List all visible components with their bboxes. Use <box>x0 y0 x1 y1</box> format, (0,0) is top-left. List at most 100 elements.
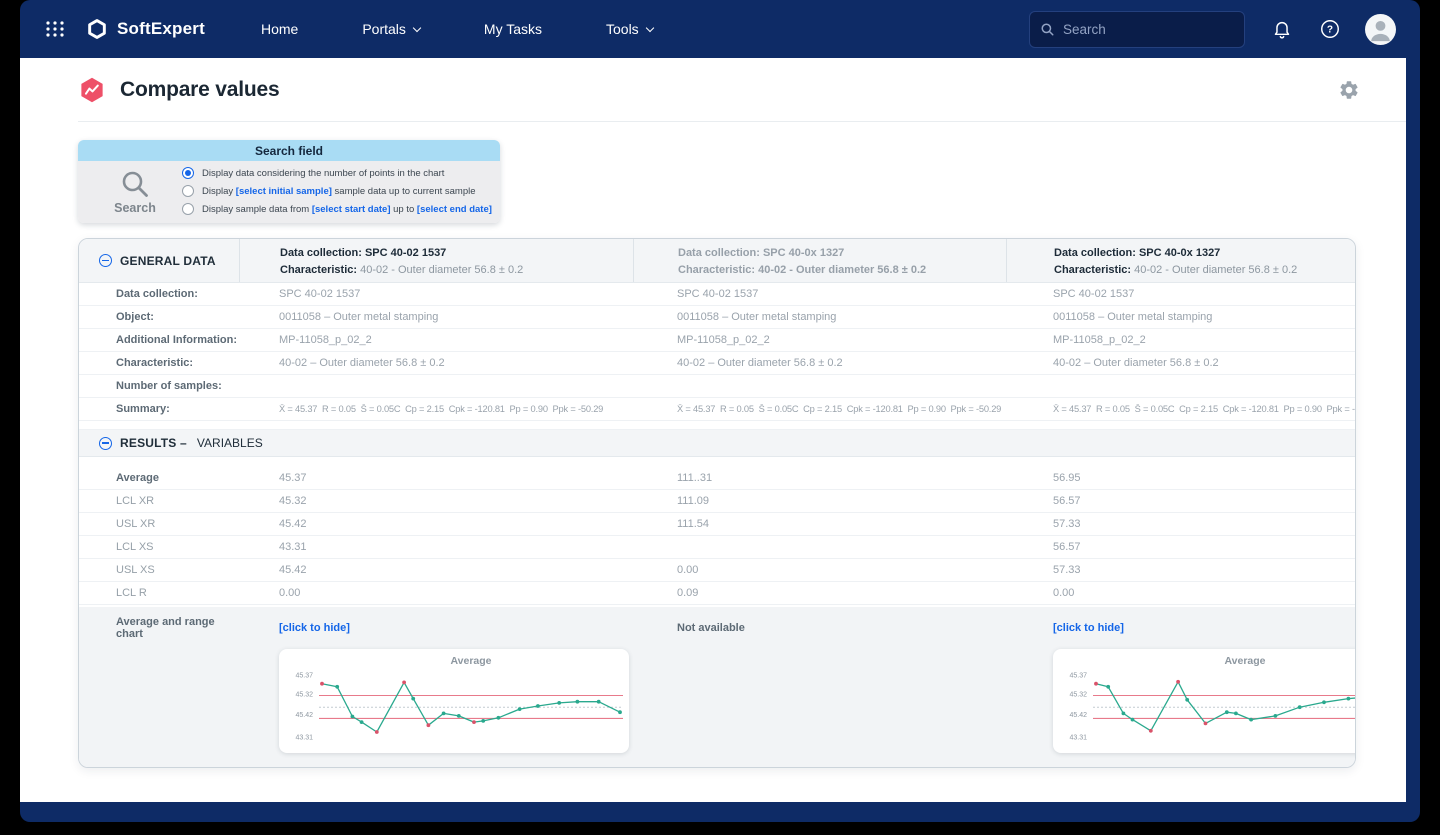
search-side: Search <box>92 169 178 213</box>
search-option-text: Display [select initial sample] sample d… <box>202 186 476 197</box>
row-label: Summary: <box>79 403 239 415</box>
table-row: Average45.37111..3156.95 <box>79 467 1355 490</box>
row-value-col1: MP-11058_p_02_2 <box>239 334 633 346</box>
chart-card-row: Average45.3745.3245.4243.31Average45.374… <box>79 649 1355 753</box>
navbar-right: ? <box>1029 11 1396 48</box>
search-panel-body: Search Display data considering the numb… <box>78 161 500 223</box>
search-panel: Search field Search Display data conside… <box>78 140 500 223</box>
column-header-2: Data collection: SPC 40-0x 1327Character… <box>633 239 1006 282</box>
brand-logo[interactable]: SoftExpert <box>86 18 205 40</box>
row-value-col2: 111.09 <box>633 495 1006 507</box>
search-side-label: Search <box>114 201 156 215</box>
top-navbar: SoftExpert Home Portals My Tasks Tools ? <box>20 0 1420 58</box>
table-row: Characteristic:40-02 – Outer diameter 56… <box>79 352 1355 375</box>
row-value-col2: SPC 40-02 1537 <box>633 288 1006 300</box>
search-option-1[interactable]: Display data considering the number of p… <box>182 167 492 179</box>
nav-search[interactable] <box>1029 11 1245 48</box>
select-sample-link[interactable]: [select initial sample] <box>236 186 332 197</box>
nav-item-label: Home <box>261 21 298 37</box>
row-value-col1: 45.32 <box>239 495 633 507</box>
nav-item-label: My Tasks <box>484 21 542 37</box>
row-value-col3: 56.95 <box>1006 472 1355 484</box>
row-label: Additional Information: <box>79 334 239 346</box>
nav-item-label: Tools <box>606 21 639 37</box>
settings-gear-icon[interactable] <box>1338 79 1360 101</box>
notifications-bell-icon[interactable] <box>1271 18 1293 40</box>
radio-button[interactable] <box>182 203 194 215</box>
page-title: Compare values <box>120 78 279 102</box>
collapse-icon[interactable] <box>99 437 112 450</box>
row-value-col2: 0.00 <box>633 564 1006 576</box>
help-icon[interactable]: ? <box>1319 18 1341 40</box>
radio-button[interactable] <box>182 185 194 197</box>
nav-item-tools[interactable]: Tools <box>606 21 653 37</box>
row-label: Average <box>79 472 239 484</box>
general-data-label: GENERAL DATA <box>120 254 216 268</box>
chart-row-label: Average and range chart <box>79 616 239 640</box>
select-sample-link[interactable]: [select start date] <box>312 204 391 215</box>
svg-text:Average: Average <box>1224 655 1265 667</box>
spacer-cell <box>79 649 239 753</box>
row-value-col3: 56.57 <box>1006 495 1355 507</box>
svg-text:Average: Average <box>450 655 491 667</box>
row-value-col1: 0011058 – Outer metal stamping <box>239 311 633 323</box>
row-value-col3: 57.33 <box>1006 564 1355 576</box>
search-magnifier-icon <box>119 168 151 200</box>
click-to-hide-link[interactable]: [click to hide] <box>1006 622 1355 634</box>
compare-table-card: GENERAL DATA Data collection: SPC 40-02 … <box>78 238 1356 768</box>
column-header-3: Data collection: SPC 40-0x 1327Character… <box>1006 239 1355 282</box>
search-option-text: Display data considering the number of p… <box>202 168 444 179</box>
general-data-rows: Data collection:SPC 40-02 1537SPC 40-02 … <box>79 283 1355 421</box>
nav-item-label: Portals <box>362 21 406 37</box>
svg-text:45.32: 45.32 <box>295 692 313 699</box>
row-label: LCL XS <box>79 541 239 553</box>
click-to-hide-link[interactable]: [click to hide] <box>239 622 633 634</box>
radio-button[interactable] <box>182 167 194 179</box>
collapse-icon[interactable] <box>99 254 112 267</box>
variables-label: VARIABLES <box>197 436 263 450</box>
row-value-col1: X̄ = 45.37 R = 0.05 S̄ = 0.05C Cp = 2.15… <box>239 404 633 414</box>
row-value-col1: 45.37 <box>239 472 633 484</box>
row-value-col3: SPC 40-02 1537 <box>1006 288 1355 300</box>
svg-text:43.31: 43.31 <box>1069 735 1087 742</box>
compare-values-icon <box>78 76 106 104</box>
svg-text:45.42: 45.42 <box>295 712 313 719</box>
search-option-2[interactable]: Display [select initial sample] sample d… <box>182 185 492 197</box>
table-row: USL XS45.420.0057.33 <box>79 559 1355 582</box>
app-launcher-button[interactable] <box>44 18 66 40</box>
table-row: Object:0011058 – Outer metal stamping001… <box>79 306 1355 329</box>
row-value-col1: 45.42 <box>239 518 633 530</box>
table-row: Summary:X̄ = 45.37 R = 0.05 S̄ = 0.05C C… <box>79 398 1355 421</box>
nav-item-portals[interactable]: Portals <box>362 21 420 37</box>
row-value-col2: MP-11058_p_02_2 <box>633 334 1006 346</box>
row-label: Characteristic: <box>79 357 239 369</box>
row-value-col3: 56.57 <box>1006 541 1355 553</box>
nav-item-my-tasks[interactable]: My Tasks <box>484 21 542 37</box>
general-data-section: GENERAL DATA <box>79 239 239 282</box>
select-sample-link[interactable]: [select end date] <box>417 204 492 215</box>
chart-cell-col1: Average 45.37 45.32 45.42 43.31 <box>239 649 633 753</box>
row-label: Data collection: <box>79 288 239 300</box>
column-header-1: Data collection: SPC 40-02 1537Character… <box>239 239 633 282</box>
user-avatar[interactable] <box>1365 14 1396 45</box>
table-row: Number of samples: <box>79 375 1355 398</box>
row-value-col1: 45.42 <box>239 564 633 576</box>
results-variables-header-row: RESULTS – VARIABLES <box>79 429 1355 457</box>
general-data-header-row: GENERAL DATA Data collection: SPC 40-02 … <box>79 239 1355 283</box>
nav-item-home[interactable]: Home <box>261 21 298 37</box>
svg-text:45.32: 45.32 <box>1069 692 1087 699</box>
row-value-col2: 0011058 – Outer metal stamping <box>633 311 1006 323</box>
page-header: Compare values <box>78 58 1406 122</box>
nav-search-input[interactable] <box>1063 22 1234 37</box>
chart-section: Average and range chart [click to hide]N… <box>79 607 1355 767</box>
svg-text:43.31: 43.31 <box>295 735 313 742</box>
results-label: RESULTS – <box>120 436 187 450</box>
not-available-text: Not available <box>633 622 1006 634</box>
row-label: USL XR <box>79 518 239 530</box>
search-option-3[interactable]: Display sample data from [select start d… <box>182 203 492 215</box>
chart-label-row: Average and range chart [click to hide]N… <box>79 616 1355 636</box>
svg-text:45.37: 45.37 <box>295 673 313 680</box>
row-value-col1: SPC 40-02 1537 <box>239 288 633 300</box>
row-label: LCL XR <box>79 495 239 507</box>
chart-cell-col2 <box>633 649 1006 753</box>
